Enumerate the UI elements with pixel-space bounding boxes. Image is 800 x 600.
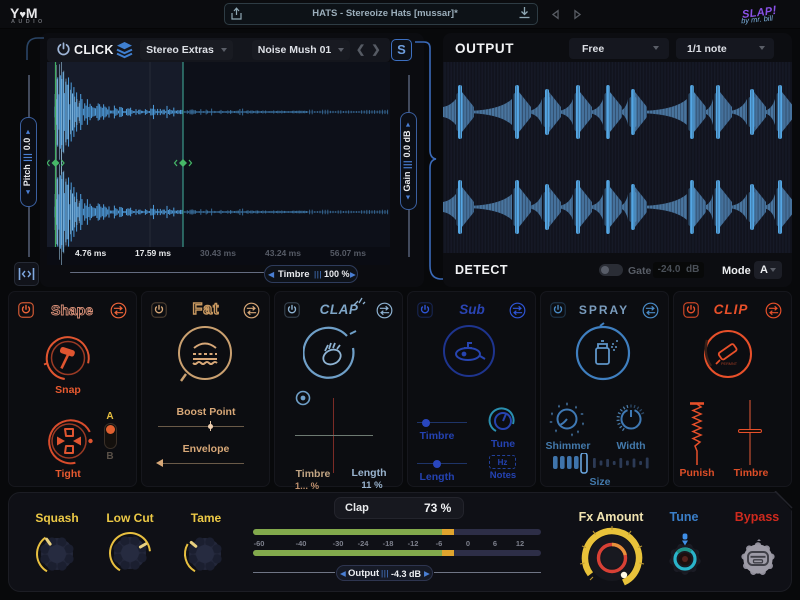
svg-text:17.59 ms: 17.59 ms [135,248,171,258]
svg-text:30.43 ms: 30.43 ms [200,248,236,258]
svg-text:56.07 ms: 56.07 ms [330,248,366,258]
svg-text:PERMNT: PERMNT [721,362,738,366]
svg-text:43.24 ms: 43.24 ms [265,248,301,258]
svg-text:4.76 ms: 4.76 ms [75,248,106,258]
